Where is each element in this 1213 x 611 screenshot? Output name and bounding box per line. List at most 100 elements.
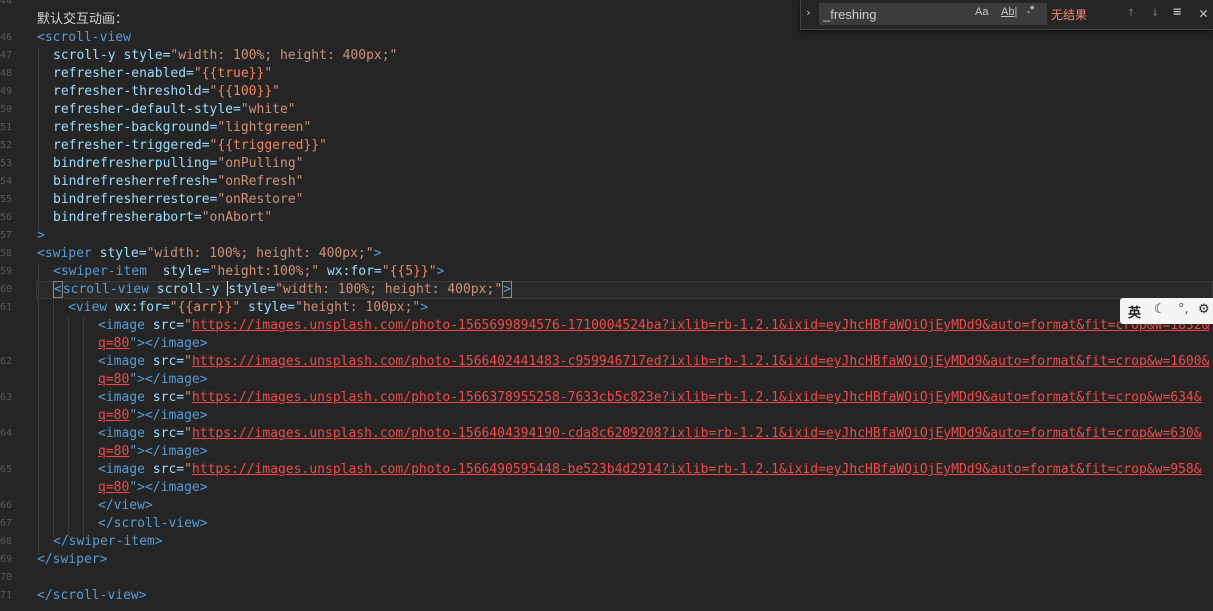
indent-guide bbox=[83, 317, 84, 537]
closing-tag: </scroll-view> bbox=[98, 516, 208, 531]
tag-name: <image bbox=[98, 426, 145, 441]
code-line: <image src="https://images.unsplash.com/… bbox=[98, 461, 1202, 479]
whole-word-button[interactable]: Ab| bbox=[1001, 6, 1017, 18]
tag-name: <image bbox=[98, 354, 145, 369]
code-line: refresher-threshold="{{100}}" bbox=[53, 83, 280, 101]
code-line-wrap: q=80"></image> bbox=[98, 335, 208, 353]
close-icon[interactable]: ✕ bbox=[1199, 4, 1208, 22]
attribute: refresher-enabled= bbox=[53, 66, 194, 81]
url-link[interactable]: q=80 bbox=[98, 444, 129, 459]
mustache-expr: {{triggered}} bbox=[217, 138, 320, 153]
comment-text: 默认交互动画： bbox=[37, 12, 129, 27]
attribute: style= bbox=[146, 264, 210, 279]
code-line-wrap: q=80"></image> bbox=[98, 407, 208, 425]
closing-tag: </scroll-view> bbox=[37, 588, 147, 603]
url-link[interactable]: q=80 bbox=[98, 408, 129, 423]
mustache-expr: {{5}} bbox=[389, 264, 429, 279]
indent-guide bbox=[53, 281, 54, 537]
gear-icon[interactable]: ⚙ bbox=[1198, 302, 1210, 317]
match-case-button[interactable]: Aa bbox=[975, 6, 988, 18]
url-link[interactable]: https://images.unsplash.com/photo-156649… bbox=[192, 462, 1202, 477]
tag-name: <image bbox=[98, 318, 145, 333]
tag-close: "></image> bbox=[129, 480, 208, 495]
quote: " bbox=[264, 66, 273, 81]
code-line: </scroll-view> bbox=[98, 515, 208, 533]
code-line: bindrefresherrefresh="onRefresh" bbox=[53, 173, 303, 191]
punctuation-icon[interactable]: °, bbox=[1178, 302, 1189, 317]
moon-icon[interactable]: ☾ bbox=[1154, 302, 1166, 317]
attribute: scroll-y style= bbox=[53, 48, 171, 63]
string-value: "onRefresh" bbox=[217, 174, 304, 189]
attribute: style= bbox=[228, 282, 276, 297]
matched-bracket: < bbox=[53, 281, 63, 298]
tag-name: <swiper-item bbox=[53, 264, 147, 279]
code-line: bindrefresherrestore="onRestore" bbox=[53, 191, 303, 209]
code-line: bindrefresherpulling="onPulling" bbox=[53, 155, 303, 173]
url-link[interactable]: q=80 bbox=[98, 336, 129, 351]
mustache-expr: {{100}} bbox=[217, 84, 273, 99]
url-link[interactable]: https://images.unsplash.com/photo-156637… bbox=[192, 390, 1202, 405]
tag-name: <image bbox=[98, 390, 145, 405]
attribute: refresher-threshold= bbox=[53, 84, 210, 99]
code-line-wrap: q=80"></image> bbox=[98, 479, 208, 497]
url-link[interactable]: https://images.unsplash.com/photo-156640… bbox=[192, 426, 1202, 441]
quote: " bbox=[184, 462, 192, 477]
attribute: scroll-y bbox=[148, 282, 228, 297]
quote: " bbox=[381, 264, 390, 279]
url-link[interactable]: q=80 bbox=[98, 372, 129, 387]
url-link[interactable]: https://images.unsplash.com/photo-156569… bbox=[192, 318, 1209, 333]
string-value: "onPulling" bbox=[217, 156, 304, 171]
code-line: refresher-enabled="{{true}}" bbox=[53, 65, 272, 83]
code-line: <image src="https://images.unsplash.com/… bbox=[98, 353, 1209, 371]
string-value: "onRestore" bbox=[217, 192, 304, 207]
attribute: bindrefresherabort= bbox=[53, 210, 202, 225]
tag-name: <view bbox=[68, 300, 108, 315]
ime-toolbar: 英 ☾ °, ⚙ bbox=[1120, 298, 1213, 324]
code-line: refresher-triggered="{{triggered}}" bbox=[53, 137, 327, 155]
find-in-selection-icon[interactable]: ≡ bbox=[1173, 4, 1181, 20]
quote: " bbox=[319, 138, 327, 153]
attribute: wx:for= bbox=[319, 264, 382, 279]
attribute: refresher-default-style= bbox=[53, 102, 241, 117]
mustache-expr: {{true}} bbox=[201, 66, 265, 81]
code-line: <swiper style="width: 100%; height: 400p… bbox=[37, 245, 381, 263]
attribute: bindrefresherrestore= bbox=[53, 192, 218, 207]
code-line: <scroll-view bbox=[37, 29, 131, 47]
string-value: "width: 100%; height: 400px;" bbox=[275, 282, 503, 297]
attribute: src= bbox=[144, 462, 185, 477]
attribute: style= bbox=[91, 246, 147, 261]
url-link[interactable]: https://images.unsplash.com/photo-156640… bbox=[192, 354, 1209, 369]
attribute: bindrefresherrefresh= bbox=[53, 174, 218, 189]
indent-guide bbox=[38, 263, 39, 555]
tag-close: "></image> bbox=[129, 444, 208, 459]
tag-bracket: > bbox=[37, 228, 45, 243]
attribute: wx:for= bbox=[107, 300, 170, 315]
tag-bracket: > bbox=[420, 300, 429, 315]
attribute: bindrefresherpulling= bbox=[53, 156, 218, 171]
string-value: "width: 100%; height: 400px;" bbox=[146, 246, 374, 261]
code-line: <image src="https://images.unsplash.com/… bbox=[98, 317, 1209, 335]
code-line: > bbox=[37, 227, 45, 245]
code-editor[interactable]: 44 46 47 48 49 50 51 52 53 54 55 56 57 5… bbox=[0, 0, 1213, 611]
attribute: refresher-triggered= bbox=[53, 138, 210, 153]
tag-name: <swiper bbox=[37, 246, 92, 261]
arrow-up-icon[interactable]: ↑ bbox=[1127, 4, 1135, 20]
tag-close: "></image> bbox=[129, 408, 208, 423]
quote: " bbox=[184, 390, 192, 405]
tag-close: "></image> bbox=[129, 336, 208, 351]
code-line: bindrefresherabort="onAbort" bbox=[53, 209, 272, 227]
ime-language-toggle[interactable]: 英 bbox=[1128, 302, 1141, 321]
arrow-down-icon[interactable]: ↓ bbox=[1151, 4, 1159, 20]
code-line: refresher-default-style="white" bbox=[53, 101, 296, 119]
tag-bracket: > bbox=[373, 246, 382, 261]
string-value: "height:100%;" bbox=[209, 264, 320, 279]
attribute: src= bbox=[144, 426, 185, 441]
code-line: <swiper-item style="height:100%;" wx:for… bbox=[53, 263, 444, 281]
toggle-replace-chevron-icon[interactable]: › bbox=[805, 6, 812, 19]
code-line-wrap: q=80"></image> bbox=[98, 443, 208, 461]
quote: " bbox=[184, 426, 192, 441]
code-area[interactable]: 默认交互动画： <scroll-view scroll-y style="wid… bbox=[0, 0, 1213, 611]
url-link[interactable]: q=80 bbox=[98, 480, 129, 495]
attribute: refresher-background= bbox=[53, 120, 218, 135]
regex-button[interactable]: .* bbox=[1027, 4, 1034, 16]
